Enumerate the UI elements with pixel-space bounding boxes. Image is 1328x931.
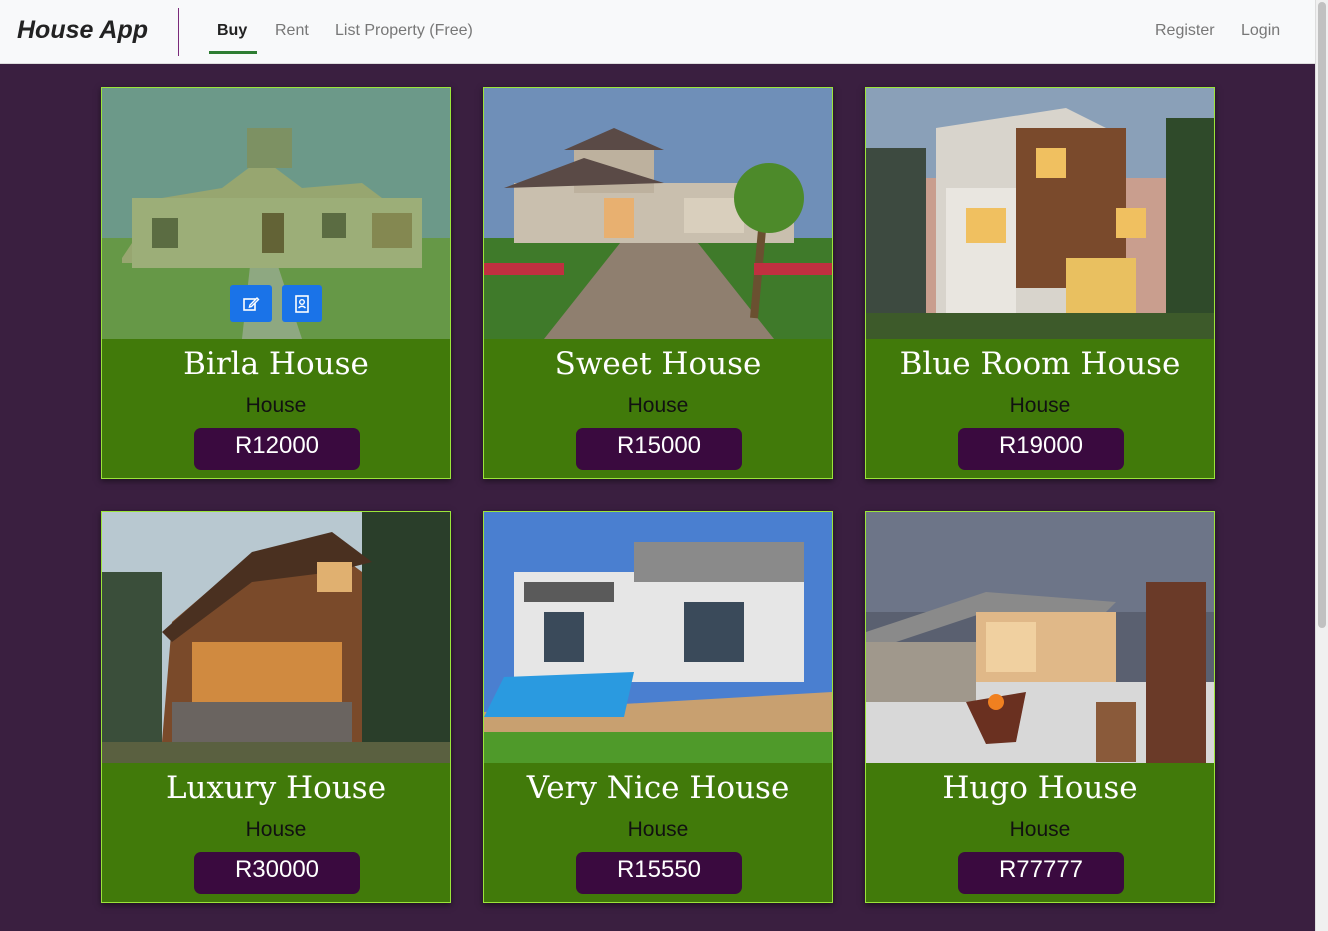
nav-link-buy[interactable]: Buy xyxy=(217,22,247,40)
listing-type: House xyxy=(1009,394,1071,417)
navbar: House App Buy Rent List Property (Free) … xyxy=(0,0,1316,64)
contact-card-icon xyxy=(295,294,309,313)
listing-title: Sweet House xyxy=(554,346,762,382)
house-photo[interactable] xyxy=(102,512,450,763)
listing-type: House xyxy=(245,818,307,841)
listing-type: House xyxy=(627,818,689,841)
hover-overlay xyxy=(102,88,450,339)
listing-type: House xyxy=(245,394,307,417)
listing-type: House xyxy=(627,394,689,417)
house-photo[interactable] xyxy=(866,88,1214,339)
price-badge[interactable]: R30000 xyxy=(194,852,360,894)
edit-button[interactable] xyxy=(230,285,272,322)
page-scrollbar[interactable] xyxy=(1315,0,1328,931)
listing-card[interactable]: Birla House House R12000 xyxy=(101,87,451,479)
price-badge[interactable]: R15000 xyxy=(576,428,742,470)
price-badge[interactable]: R15550 xyxy=(576,852,742,894)
login-link[interactable]: Login xyxy=(1241,22,1280,40)
nav-link-rent[interactable]: Rent xyxy=(275,22,309,40)
price-badge[interactable]: R19000 xyxy=(958,428,1124,470)
register-link[interactable]: Register xyxy=(1155,22,1215,40)
listing-title: Blue Room House xyxy=(899,346,1181,382)
edit-icon xyxy=(243,296,260,311)
brand-logo[interactable]: House App xyxy=(17,16,148,45)
house-photo[interactable] xyxy=(866,512,1214,763)
price-badge[interactable]: R12000 xyxy=(194,428,360,470)
house-photo[interactable] xyxy=(484,512,832,763)
listing-type: House xyxy=(1009,818,1071,841)
listing-title: Birla House xyxy=(183,346,369,382)
listing-card[interactable]: Sweet House House R15000 xyxy=(483,87,833,479)
listing-title: Very Nice House xyxy=(526,770,790,806)
listing-card[interactable]: Very Nice House House R15550 xyxy=(483,511,833,903)
listing-card[interactable]: Hugo House House R77777 xyxy=(865,511,1215,903)
listing-title: Luxury House xyxy=(165,770,387,806)
active-tab-indicator xyxy=(209,51,257,54)
scrollbar-thumb[interactable] xyxy=(1318,2,1326,628)
listing-title: Hugo House xyxy=(942,770,1138,806)
nav-link-list-property[interactable]: List Property (Free) xyxy=(335,22,473,40)
house-photo[interactable] xyxy=(102,88,450,339)
brand-divider xyxy=(178,8,179,56)
price-badge[interactable]: R77777 xyxy=(958,852,1124,894)
listing-card[interactable]: Luxury House House R30000 xyxy=(101,511,451,903)
house-photo[interactable] xyxy=(484,88,832,339)
contact-button[interactable] xyxy=(282,285,322,322)
listing-card[interactable]: Blue Room House House R19000 xyxy=(865,87,1215,479)
